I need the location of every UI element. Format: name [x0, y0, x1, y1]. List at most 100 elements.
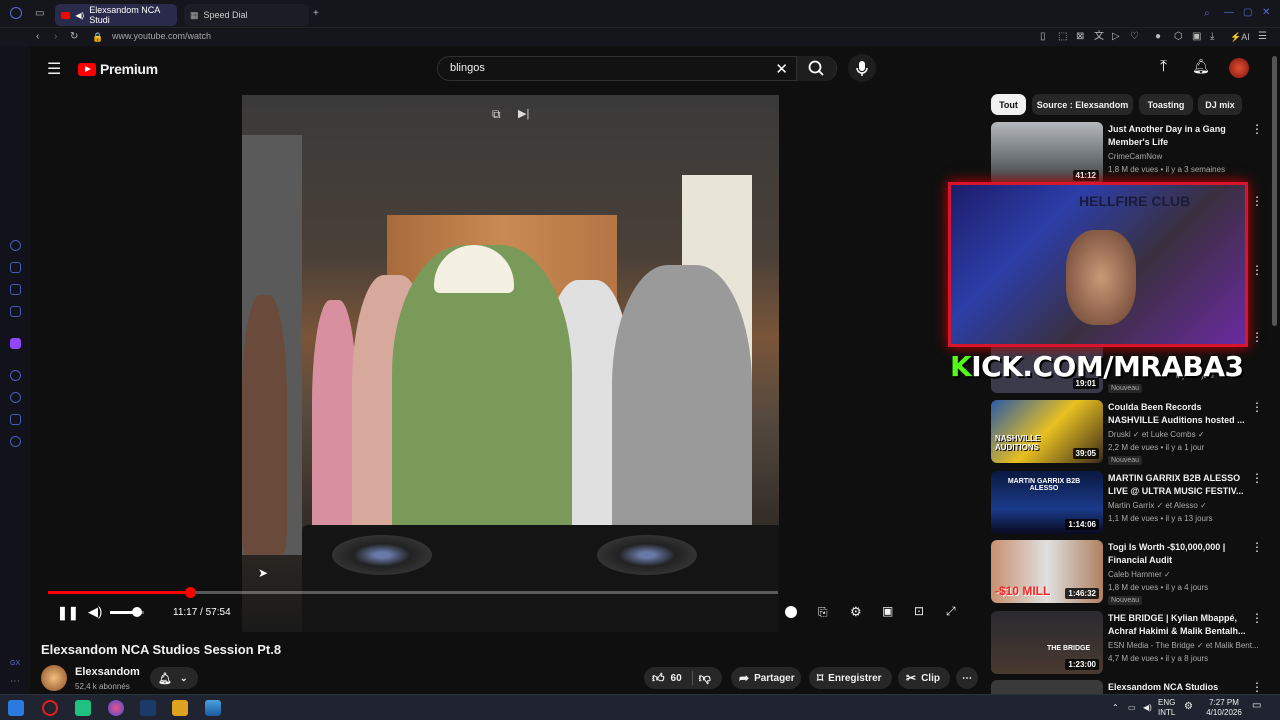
rec-channel[interactable]: ESN Media - The Bridge ✓ et Malik Bent..…: [1108, 641, 1259, 650]
tray-network-icon[interactable]: ▭: [1128, 703, 1136, 713]
progress-scrubber[interactable]: [185, 587, 197, 598]
voice-search-button[interactable]: [848, 54, 876, 82]
recommendation-item[interactable]: NASHVILLE AUDITIONS 39:05 Coulda Been Re…: [991, 400, 1263, 466]
upload-icon[interactable]: ⤒: [1160, 58, 1167, 76]
next-video-icon[interactable]: ▶|: [518, 107, 529, 120]
ai-button[interactable]: ⚡AI: [1230, 31, 1250, 43]
sidebar-play-icon[interactable]: [10, 370, 21, 381]
maximize-icon[interactable]: ▢: [1243, 7, 1252, 19]
recommendation-item[interactable]: 41:12 Just Another Day in a Gang Member'…: [991, 122, 1263, 188]
tray-chevron-icon[interactable]: ⌃: [1112, 703, 1119, 713]
opera-logo-icon[interactable]: [10, 7, 22, 19]
settings-gear-icon[interactable]: ⚙: [850, 604, 862, 620]
language-indicator[interactable]: ENG INTL: [1158, 698, 1175, 718]
video-thumbnail[interactable]: MARTIN GARRIX B2B ALESSO 1:14:06: [991, 471, 1103, 534]
more-options-icon[interactable]: ⋮: [1251, 472, 1263, 484]
video-thumbnail[interactable]: 41:12: [991, 122, 1103, 185]
volume-knob[interactable]: [132, 607, 143, 617]
vpn-icon[interactable]: ●: [1155, 31, 1161, 43]
chip-source[interactable]: Source : Elexsandom: [1032, 94, 1133, 115]
miniplayer-toggle-icon[interactable]: ▣: [882, 604, 893, 618]
recommendation-item[interactable]: THE BRIDGE 1:23:00 THE BRIDGE | Kylian M…: [991, 611, 1263, 677]
tab-youtube[interactable]: ◀) Elexsandom NCA Studi: [55, 4, 177, 26]
tray-volume-icon[interactable]: ◀): [1143, 703, 1152, 713]
hamburger-menu-icon[interactable]: ☰: [47, 59, 61, 79]
translate-icon[interactable]: 文: [1094, 31, 1104, 43]
bookmark-icon[interactable]: ▯: [1040, 31, 1046, 43]
rec-channel[interactable]: Druski ✓ et Luke Combs ✓: [1108, 430, 1205, 439]
rec-channel[interactable]: Martin Garrix ✓ et Alesso ✓: [1108, 501, 1207, 510]
more-actions-button[interactable]: ⋯: [956, 667, 978, 689]
rec-title[interactable]: THE BRIDGE | Kylian Mbappé, Achraf Hakim…: [1108, 612, 1248, 637]
video-player[interactable]: ⧉ ▶|: [242, 95, 779, 632]
rec-channel[interactable]: CrimeCamNow: [1108, 152, 1162, 161]
forward-icon[interactable]: ›: [54, 31, 57, 43]
sidebar-more-icon[interactable]: ⋯: [10, 676, 20, 688]
rec-title[interactable]: Coulda Been Records NASHVILLE Auditions …: [1108, 401, 1248, 426]
rec-title[interactable]: Just Another Day in a Gang Member's Life: [1108, 123, 1248, 148]
clip-button[interactable]: ✂ Clip: [898, 667, 950, 689]
reload-icon[interactable]: ↻: [70, 31, 78, 43]
tray-settings-icon[interactable]: ⚙: [1184, 702, 1193, 712]
app3-taskbar-icon[interactable]: [205, 700, 221, 716]
channel-name[interactable]: Elexsandom: [75, 666, 140, 678]
recommendation-item[interactable]: Elexsandom NCA Studios ⋮: [991, 680, 1261, 694]
sidebar-messenger-icon[interactable]: [10, 262, 21, 273]
steam-taskbar-icon[interactable]: [140, 700, 156, 716]
youtube-premium-logo[interactable]: Premium: [78, 61, 158, 77]
tab-speed-dial[interactable]: ▦ Speed Dial: [184, 4, 309, 26]
dislike-icon[interactable]: 👎︎: [699, 671, 711, 686]
opera-gx-taskbar-icon[interactable]: [42, 700, 58, 716]
chip-all[interactable]: Tout: [991, 94, 1026, 115]
tab-workspace-icon[interactable]: ▭: [35, 8, 44, 20]
account-avatar[interactable]: [1229, 58, 1249, 78]
heart-icon[interactable]: ♡: [1130, 31, 1139, 43]
back-icon[interactable]: ‹: [36, 31, 39, 43]
video-thumbnail[interactable]: NASHVILLE AUDITIONS 39:05: [991, 400, 1103, 463]
clear-search-icon[interactable]: ✕: [775, 60, 788, 78]
like-icon[interactable]: 👍︎: [652, 671, 665, 686]
clock[interactable]: 7:27 PM 4/10/2026: [1202, 698, 1246, 718]
app2-taskbar-icon[interactable]: [172, 700, 188, 716]
video-thumbnail[interactable]: [991, 680, 1103, 694]
speaker-icon[interactable]: ◀): [75, 11, 84, 20]
notification-center-icon[interactable]: ▭: [1252, 701, 1261, 711]
chip-dj-mix[interactable]: DJ mix: [1198, 94, 1242, 115]
page-scrollbar[interactable]: [1272, 56, 1277, 326]
fullscreen-icon[interactable]: ⤢: [946, 604, 956, 619]
chip-toasting[interactable]: Toasting: [1139, 94, 1193, 115]
adblock-icon[interactable]: ⊠: [1076, 31, 1084, 43]
rec-title[interactable]: MARTIN GARRIX B2B ALESSO LIVE @ ULTRA MU…: [1108, 472, 1248, 497]
more-options-icon[interactable]: ⋮: [1251, 541, 1263, 553]
sidebar-history-icon[interactable]: [10, 392, 21, 403]
menu-icon[interactable]: ☰: [1258, 31, 1267, 43]
close-window-icon[interactable]: ✕: [1262, 7, 1270, 19]
cast-icon[interactable]: ⊡: [914, 604, 924, 618]
url-field[interactable]: www.youtube.com/watch: [112, 31, 211, 41]
sidebar-settings-icon[interactable]: [10, 436, 21, 447]
sidebar-pinboard-icon[interactable]: [10, 414, 21, 425]
recommendation-item[interactable]: MARTIN GARRIX B2B ALESSO 1:14:06 MARTIN …: [991, 471, 1263, 537]
notifications-bell-icon[interactable]: 🔔︎: [1192, 58, 1210, 75]
snapshot-icon[interactable]: ⬚: [1058, 31, 1067, 43]
subtitles-icon[interactable]: ⎘: [818, 605, 828, 620]
wallet-icon[interactable]: ▣: [1192, 31, 1201, 43]
download-icon[interactable]: ⤓: [1210, 31, 1214, 43]
more-options-icon[interactable]: ⋮: [1251, 401, 1263, 413]
share-button[interactable]: ➦ Partager: [731, 667, 801, 689]
save-button[interactable]: ⌑ Enregistrer: [809, 667, 892, 689]
video-thumbnail[interactable]: THE BRIDGE 1:23:00: [991, 611, 1103, 674]
search-tabs-icon[interactable]: ⌕: [1204, 8, 1210, 20]
extensions-icon[interactable]: ⬡: [1174, 31, 1183, 43]
sidebar-twitch-icon[interactable]: [10, 338, 21, 349]
new-tab-icon[interactable]: +: [313, 8, 319, 20]
rec-title[interactable]: Elexsandom NCA Studios: [1108, 681, 1248, 694]
sidebar-player-icon[interactable]: [10, 284, 21, 295]
autoplay-toggle[interactable]: [785, 606, 797, 618]
pause-button[interactable]: ❚❚: [57, 605, 79, 621]
recommendation-item[interactable]: -$10 MILL 1:46:32 Togi Is Worth -$10,000…: [991, 540, 1263, 606]
subscribe-bell-button[interactable]: 🔔︎ ⌄: [150, 667, 198, 689]
video-thumbnail[interactable]: -$10 MILL 1:46:32: [991, 540, 1103, 603]
play-icon[interactable]: ▷: [1112, 31, 1120, 43]
progress-bar[interactable]: [48, 587, 778, 598]
